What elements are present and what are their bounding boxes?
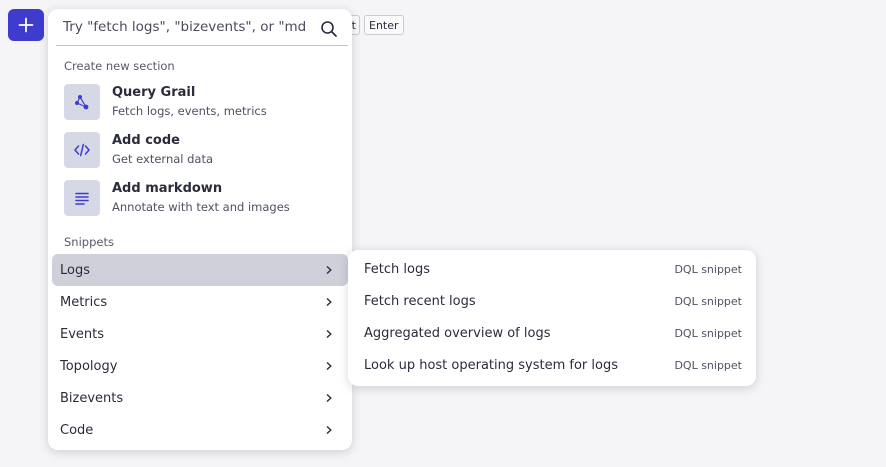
chevron-right-icon: [326, 425, 332, 435]
snippet-type-tag: DQL snippet: [674, 326, 742, 340]
chevron-right-icon: [326, 329, 332, 339]
chevron-right-icon: [326, 265, 332, 275]
snippet-aggregated-overview[interactable]: Aggregated overview of logs DQL snippet: [364, 317, 742, 349]
snippet-category-topology[interactable]: Topology: [52, 350, 348, 382]
grail-icon: [75, 95, 89, 110]
add-section-menu: Create new section Query Grail Fetch log…: [48, 9, 352, 450]
snippet-host-os-lookup[interactable]: Look up host operating system for logs D…: [364, 349, 742, 381]
add-markdown-subtitle: Annotate with text and images: [112, 200, 290, 214]
markdown-tile: [64, 180, 100, 216]
search-icon[interactable]: [320, 20, 338, 38]
plus-icon: [18, 17, 34, 33]
code-tile: [64, 132, 100, 168]
add-code-subtitle: Get external data: [112, 152, 214, 166]
snippet-category-bizevents[interactable]: Bizevents: [52, 382, 348, 414]
chevron-right-icon: [326, 297, 332, 307]
snippet-fetch-recent-logs[interactable]: Fetch recent logs DQL snippet: [364, 285, 742, 317]
add-markdown-item[interactable]: Add markdown Annotate with text and imag…: [64, 178, 344, 218]
markdown-icon: [75, 192, 89, 205]
snippet-type-tag: DQL snippet: [674, 294, 742, 308]
logs-snippet-submenu: Fetch logs DQL snippet Fetch recent logs…: [348, 250, 756, 386]
snippets-heading: Snippets: [64, 235, 114, 249]
query-grail-item[interactable]: Query Grail Fetch logs, events, metrics: [64, 82, 344, 122]
snippet-label: Logs: [60, 262, 90, 278]
chevron-right-icon: [326, 393, 332, 403]
search-bar: [56, 9, 348, 46]
snippet-category-code[interactable]: Code: [52, 414, 348, 446]
snippet-category-metrics[interactable]: Metrics: [52, 286, 348, 318]
notebook-canvas: ft Enter Create new section Query Grai: [0, 0, 886, 467]
create-section-heading: Create new section: [64, 59, 175, 73]
grail-tile: [64, 84, 100, 120]
snippet-label: Metrics: [60, 294, 108, 310]
snippet-type-tag: DQL snippet: [674, 262, 742, 276]
snippet-label: Code: [60, 422, 94, 438]
snippet-type-tag: DQL snippet: [674, 358, 742, 372]
snippet-title: Fetch recent logs: [364, 293, 476, 309]
snippet-title: Fetch logs: [364, 261, 430, 277]
search-input[interactable]: [56, 12, 306, 42]
query-grail-subtitle: Fetch logs, events, metrics: [112, 104, 267, 118]
snippet-label: Bizevents: [60, 390, 124, 406]
snippet-category-events[interactable]: Events: [52, 318, 348, 350]
add-markdown-title: Add markdown: [112, 181, 223, 196]
add-code-item[interactable]: Add code Get external data: [64, 130, 344, 170]
snippet-title: Look up host operating system for logs: [364, 357, 618, 373]
snippet-fetch-logs[interactable]: Fetch logs DQL snippet: [364, 253, 742, 285]
snippet-title: Aggregated overview of logs: [364, 325, 551, 341]
code-icon: [74, 143, 90, 157]
snippet-label: Topology: [60, 358, 118, 374]
add-section-button[interactable]: [8, 9, 44, 41]
snippet-category-logs[interactable]: Logs: [52, 254, 348, 286]
chevron-right-icon: [326, 361, 332, 371]
snippet-label: Events: [60, 326, 105, 342]
add-code-title: Add code: [112, 133, 180, 148]
query-grail-title: Query Grail: [112, 85, 196, 100]
enter-key: Enter: [364, 15, 404, 35]
